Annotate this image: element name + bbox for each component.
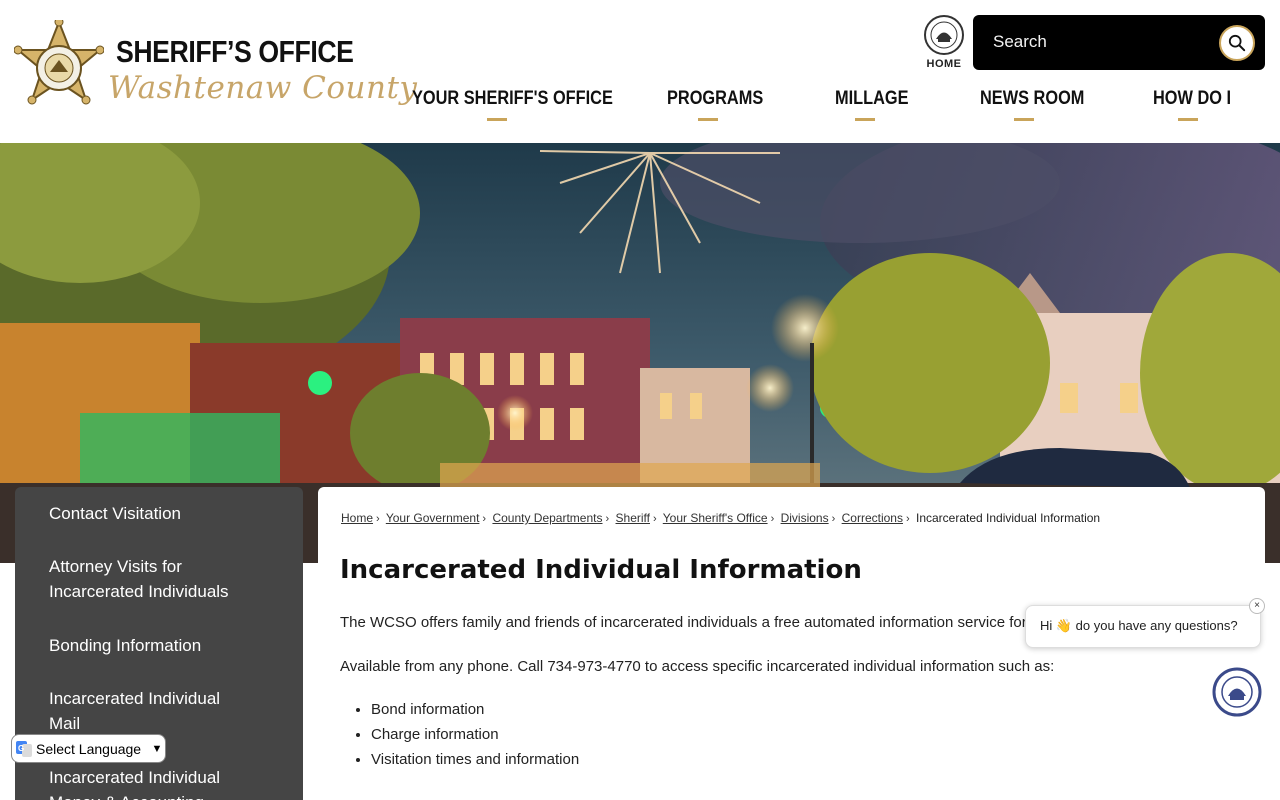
chat-greeting-bubble[interactable]: Hi 👋 do you have any questions? bbox=[1025, 605, 1261, 648]
google-translate-icon: G bbox=[16, 740, 32, 757]
search-icon bbox=[1228, 34, 1246, 52]
nav-programs[interactable]: PROGRAMS bbox=[667, 88, 763, 110]
logo-title: SHERIFF’S OFFICE bbox=[116, 34, 354, 69]
breadcrumb-separator: › bbox=[482, 513, 487, 525]
sidebar-item-incarcerated-mail[interactable]: Incarcerated Individual Mail bbox=[49, 686, 249, 736]
breadcrumb-separator: › bbox=[770, 513, 775, 525]
sidebar-item-contact-visitation[interactable]: Contact Visitation bbox=[49, 501, 279, 526]
chat-close-button[interactable]: × bbox=[1249, 598, 1265, 614]
search-input[interactable] bbox=[993, 27, 1213, 57]
nav-underline bbox=[487, 118, 507, 121]
county-seal-icon bbox=[924, 15, 964, 55]
breadcrumb-current: Incarcerated Individual Information bbox=[916, 511, 1101, 525]
svg-text:G: G bbox=[18, 744, 24, 753]
breadcrumb-county-departments[interactable]: County Departments bbox=[492, 511, 602, 525]
list-item: Bond information bbox=[371, 701, 579, 718]
phone-paragraph: Available from any phone. Call 734-973-4… bbox=[340, 658, 1055, 675]
nav-underline bbox=[855, 118, 875, 121]
info-list: Bond information Charge information Visi… bbox=[371, 701, 579, 776]
nav-underline bbox=[698, 118, 718, 121]
list-item: Charge information bbox=[371, 726, 579, 743]
site-header: SHERIFF’S OFFICE Washtenaw County HOME Y… bbox=[0, 0, 1280, 143]
intro-paragraph: The WCSO offers family and friends of in… bbox=[340, 614, 1027, 631]
nav-your-sheriffs-office[interactable]: YOUR SHERIFF'S OFFICE bbox=[412, 88, 613, 110]
home-label: HOME bbox=[926, 58, 962, 70]
chat-launcher-button[interactable] bbox=[1212, 667, 1262, 717]
sidebar-item-incarcerated-money[interactable]: Incarcerated Individual Money & Accounti… bbox=[49, 765, 249, 800]
language-select[interactable]: G Select Language ▼ bbox=[11, 734, 166, 763]
breadcrumb-separator: › bbox=[905, 513, 910, 525]
sidebar-item-bonding-information[interactable]: Bonding Information bbox=[49, 633, 279, 658]
breadcrumb-your-government[interactable]: Your Government bbox=[386, 511, 480, 525]
breadcrumb-separator: › bbox=[831, 513, 836, 525]
breadcrumb-corrections[interactable]: Corrections bbox=[842, 511, 903, 525]
nav-underline bbox=[1178, 118, 1198, 121]
search-bar bbox=[973, 15, 1265, 70]
language-select-value: Select Language bbox=[36, 740, 142, 757]
home-link[interactable]: HOME bbox=[920, 14, 968, 72]
breadcrumb-separator: › bbox=[605, 513, 610, 525]
nav-millage[interactable]: MILLAGE bbox=[835, 88, 909, 110]
chevron-down-icon: ▼ bbox=[151, 742, 163, 755]
breadcrumb-separator: › bbox=[376, 513, 380, 525]
nav-underline bbox=[1014, 118, 1034, 121]
breadcrumb-sheriff[interactable]: Sheriff bbox=[616, 511, 650, 525]
list-item: Visitation times and information bbox=[371, 751, 579, 768]
nav-how-do-i[interactable]: HOW DO I bbox=[1153, 88, 1231, 110]
sidebar-item-attorney-visits[interactable]: Attorney Visits for Incarcerated Individ… bbox=[49, 554, 279, 604]
breadcrumb-home[interactable]: Home bbox=[341, 511, 373, 525]
breadcrumb-your-sheriffs-office[interactable]: Your Sheriff's Office bbox=[663, 511, 768, 525]
main-nav: YOUR SHERIFF'S OFFICE PROGRAMS MILLAGE N… bbox=[0, 88, 1280, 128]
nav-news-room[interactable]: NEWS ROOM bbox=[980, 88, 1084, 110]
breadcrumb-separator: › bbox=[652, 513, 657, 525]
county-seal-icon bbox=[1212, 667, 1262, 717]
breadcrumb-divisions[interactable]: Divisions bbox=[781, 511, 829, 525]
page-title: Incarcerated Individual Information bbox=[340, 555, 862, 585]
search-button[interactable] bbox=[1219, 25, 1255, 61]
breadcrumb: Home › Your Government › County Department… bbox=[341, 511, 1100, 525]
